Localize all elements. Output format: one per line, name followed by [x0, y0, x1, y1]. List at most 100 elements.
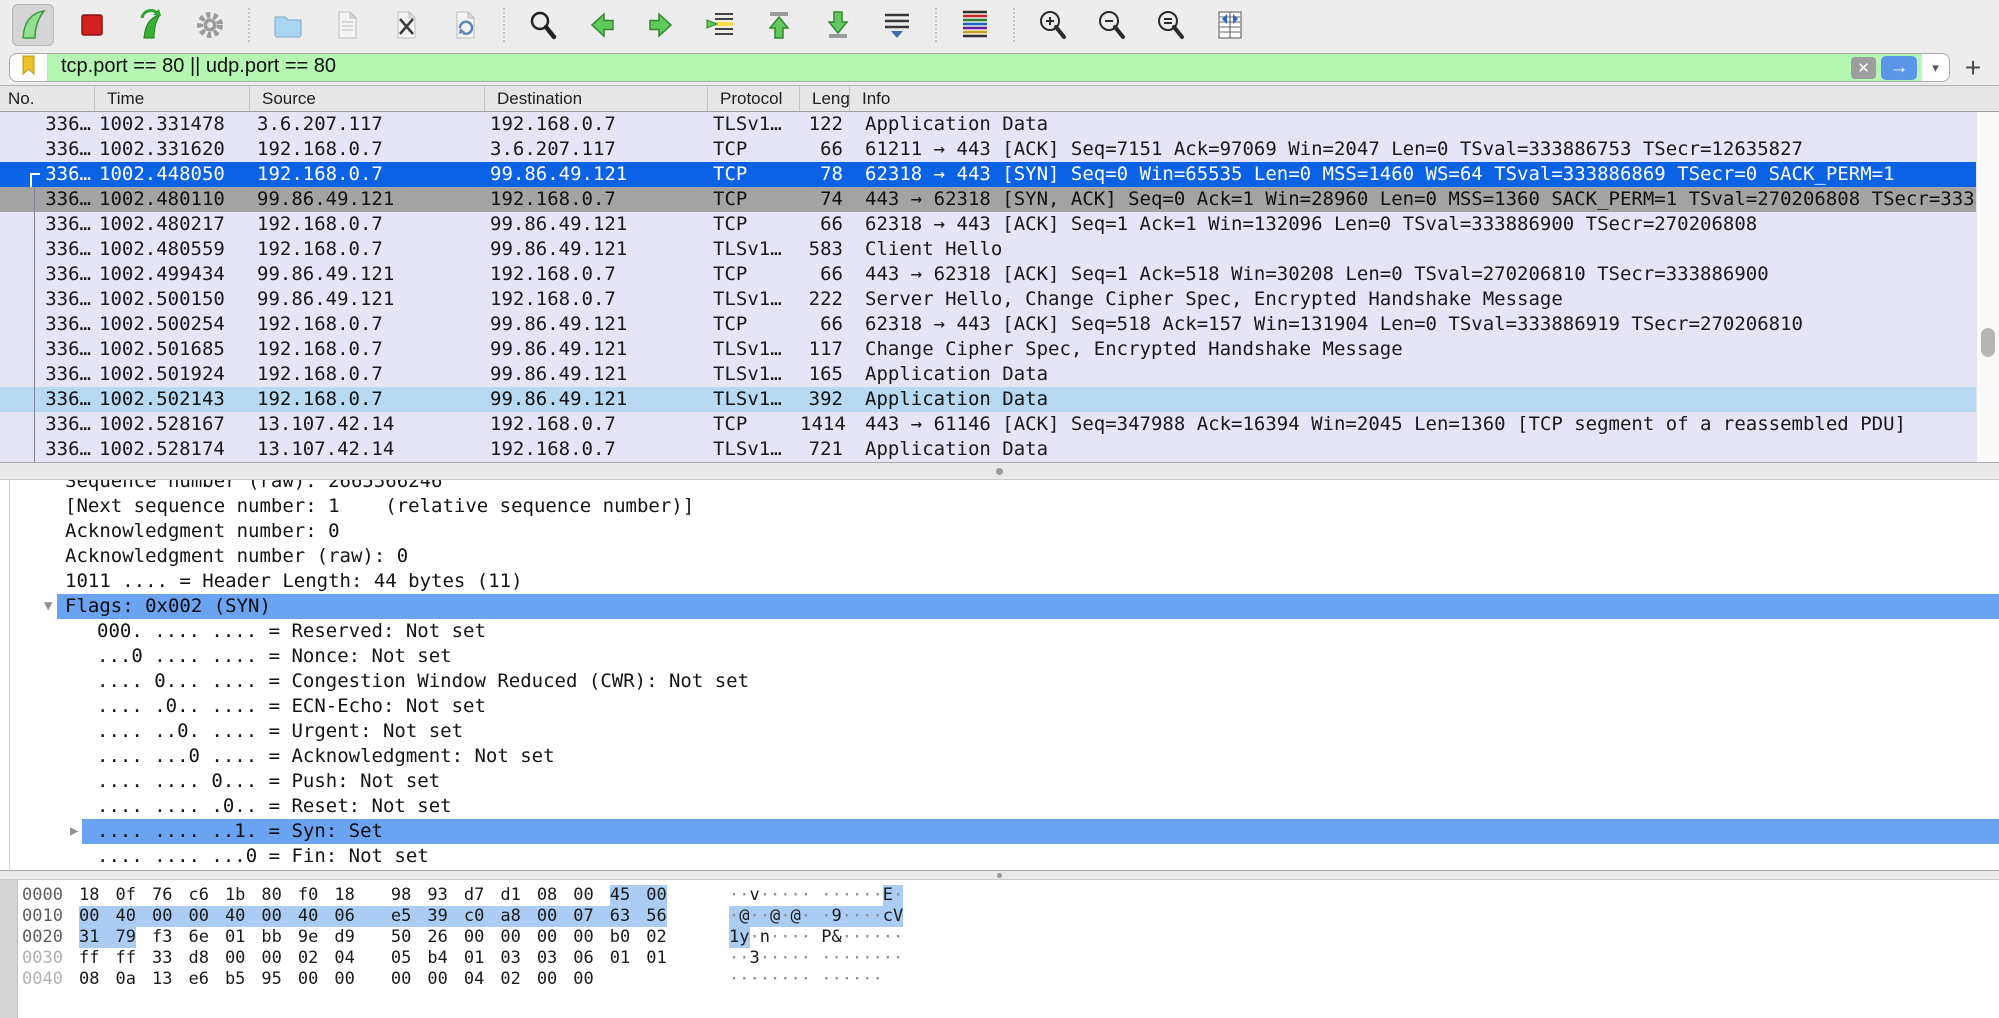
ascii-char[interactable]: ·: [893, 927, 903, 948]
hex-byte[interactable]: 00: [79, 906, 115, 927]
hex-byte[interactable]: d9: [334, 927, 390, 948]
column-header-length[interactable]: Length: [800, 86, 850, 111]
ascii-char[interactable]: ·: [852, 885, 862, 906]
hex-byte[interactable]: 04: [334, 948, 390, 969]
detail-row[interactable]: .... .... ...0 = Fin: Not set: [0, 844, 1999, 869]
hex-byte[interactable]: b5: [225, 969, 261, 990]
ascii-char[interactable]: ·: [791, 969, 801, 990]
hex-byte[interactable]: e6: [188, 969, 224, 990]
packet-row[interactable]: 336…1002.502143192.168.0.799.86.49.121TL…: [0, 387, 1976, 412]
expander-right-icon[interactable]: ▶: [70, 819, 78, 844]
display-filter-input[interactable]: [48, 55, 1851, 80]
start-capture-button[interactable]: [12, 4, 54, 46]
resize-columns-button[interactable]: [1209, 4, 1251, 46]
detail-row[interactable]: .... .... .0.. = Reset: Not set: [0, 794, 1999, 819]
go-to-packet-button[interactable]: [699, 4, 741, 46]
ascii-char[interactable]: ·: [770, 948, 780, 969]
ascii-char[interactable]: v: [750, 885, 760, 906]
packet-row[interactable]: 336…1002.48011099.86.49.121192.168.0.7TC…: [0, 187, 1976, 212]
hex-byte[interactable]: 0f: [115, 885, 151, 906]
ascii-char[interactable]: [811, 927, 821, 948]
ascii-char[interactable]: ·: [873, 927, 883, 948]
hex-byte[interactable]: 56: [646, 906, 666, 927]
hex-byte[interactable]: 00: [427, 969, 463, 990]
zoom-in-button[interactable]: [1032, 4, 1074, 46]
ascii-char[interactable]: [811, 969, 821, 990]
hex-row[interactable]: 00100040000040004006e539c0a800076356·@··…: [0, 906, 1999, 927]
close-file-button[interactable]: [385, 4, 427, 46]
hex-byte[interactable]: 00: [464, 927, 500, 948]
ascii-char[interactable]: ·: [842, 969, 852, 990]
ascii-char[interactable]: V: [893, 906, 903, 927]
hex-byte[interactable]: 00: [225, 948, 261, 969]
hex-byte[interactable]: 00: [537, 927, 573, 948]
ascii-char[interactable]: ·: [729, 906, 739, 927]
hex-byte[interactable]: 00: [537, 906, 573, 927]
packet-row[interactable]: 336…1002.501924192.168.0.799.86.49.121TL…: [0, 362, 1976, 387]
hex-byte[interactable]: ff: [115, 948, 151, 969]
ascii-char[interactable]: [811, 948, 821, 969]
ascii-char[interactable]: ·: [760, 948, 770, 969]
hex-byte[interactable]: 01: [610, 948, 646, 969]
ascii-char[interactable]: @: [791, 906, 801, 927]
find-packet-button[interactable]: [522, 4, 564, 46]
ascii-char[interactable]: ·: [780, 969, 790, 990]
hex-byte[interactable]: d7: [464, 885, 500, 906]
ascii-char[interactable]: ·: [780, 927, 790, 948]
ascii-char[interactable]: ·: [862, 969, 872, 990]
hex-byte[interactable]: 00: [573, 927, 609, 948]
hex-byte[interactable]: 31: [79, 927, 115, 948]
save-file-button[interactable]: [326, 4, 368, 46]
hex-byte[interactable]: bb: [261, 927, 297, 948]
ascii-char[interactable]: ·: [852, 906, 862, 927]
hex-byte[interactable]: b4: [427, 948, 463, 969]
hex-byte[interactable]: 07: [573, 906, 609, 927]
ascii-char[interactable]: E: [883, 885, 893, 906]
ascii-char[interactable]: ·: [862, 885, 872, 906]
hex-byte[interactable]: 40: [298, 906, 334, 927]
packet-row[interactable]: 336…1002.331620192.168.0.73.6.207.117TCP…: [0, 137, 1976, 162]
stop-capture-button[interactable]: [71, 4, 113, 46]
ascii-char[interactable]: ·: [729, 885, 739, 906]
scrollbar-thumb[interactable]: [1981, 328, 1995, 357]
ascii-char[interactable]: ·: [852, 927, 862, 948]
list-details-splitter[interactable]: [0, 462, 1999, 480]
hex-row[interactable]: 00203179f36e01bb9ed9502600000000b0021y·n…: [0, 927, 1999, 948]
hex-byte[interactable]: 00: [646, 885, 666, 906]
detail-row[interactable]: ...0 .... .... = Nonce: Not set: [0, 644, 1999, 669]
detail-row[interactable]: Acknowledgment number: 0: [0, 519, 1999, 544]
restart-capture-button[interactable]: [130, 4, 172, 46]
ascii-char[interactable]: ·: [791, 948, 801, 969]
hex-row[interactable]: 0030ffff33d80000020405b4010303060101··3·…: [0, 948, 1999, 969]
ascii-char[interactable]: ·: [832, 969, 842, 990]
packet-row[interactable]: 336…1002.52816713.107.42.14192.168.0.7TC…: [0, 412, 1976, 437]
ascii-char[interactable]: [811, 906, 821, 927]
detail-row[interactable]: 000. .... .... = Reserved: Not set: [0, 619, 1999, 644]
ascii-char[interactable]: ·: [883, 948, 893, 969]
ascii-char[interactable]: ·: [760, 906, 770, 927]
hex-byte[interactable]: c6: [188, 885, 224, 906]
column-header-no[interactable]: No.: [0, 86, 95, 111]
ascii-char[interactable]: P: [821, 927, 831, 948]
ascii-char[interactable]: ·: [893, 885, 903, 906]
hex-byte[interactable]: 40: [115, 906, 151, 927]
hex-byte[interactable]: 08: [79, 969, 115, 990]
filter-bookmark-button[interactable]: [10, 54, 48, 81]
detail-row[interactable]: ▼Flags: 0x002 (SYN): [0, 594, 1999, 619]
zoom-reset-button[interactable]: [1150, 4, 1192, 46]
ascii-char[interactable]: ·: [780, 948, 790, 969]
packet-row[interactable]: 336…1002.3314783.6.207.117192.168.0.7TLS…: [0, 112, 1976, 137]
ascii-char[interactable]: ·: [862, 948, 872, 969]
ascii-char[interactable]: ·: [821, 948, 831, 969]
hex-byte[interactable]: 05: [391, 948, 427, 969]
hex-byte[interactable]: 04: [464, 969, 500, 990]
hex-byte[interactable]: 00: [188, 906, 224, 927]
hex-byte[interactable]: 01: [646, 948, 666, 969]
ascii-char[interactable]: c: [883, 906, 893, 927]
hex-byte[interactable]: d1: [500, 885, 536, 906]
ascii-char[interactable]: @: [770, 906, 780, 927]
go-last-button[interactable]: [817, 4, 859, 46]
hex-byte[interactable]: 00: [261, 906, 297, 927]
ascii-char[interactable]: ·: [791, 927, 801, 948]
packet-list-scrollbar[interactable]: [1976, 112, 1999, 462]
